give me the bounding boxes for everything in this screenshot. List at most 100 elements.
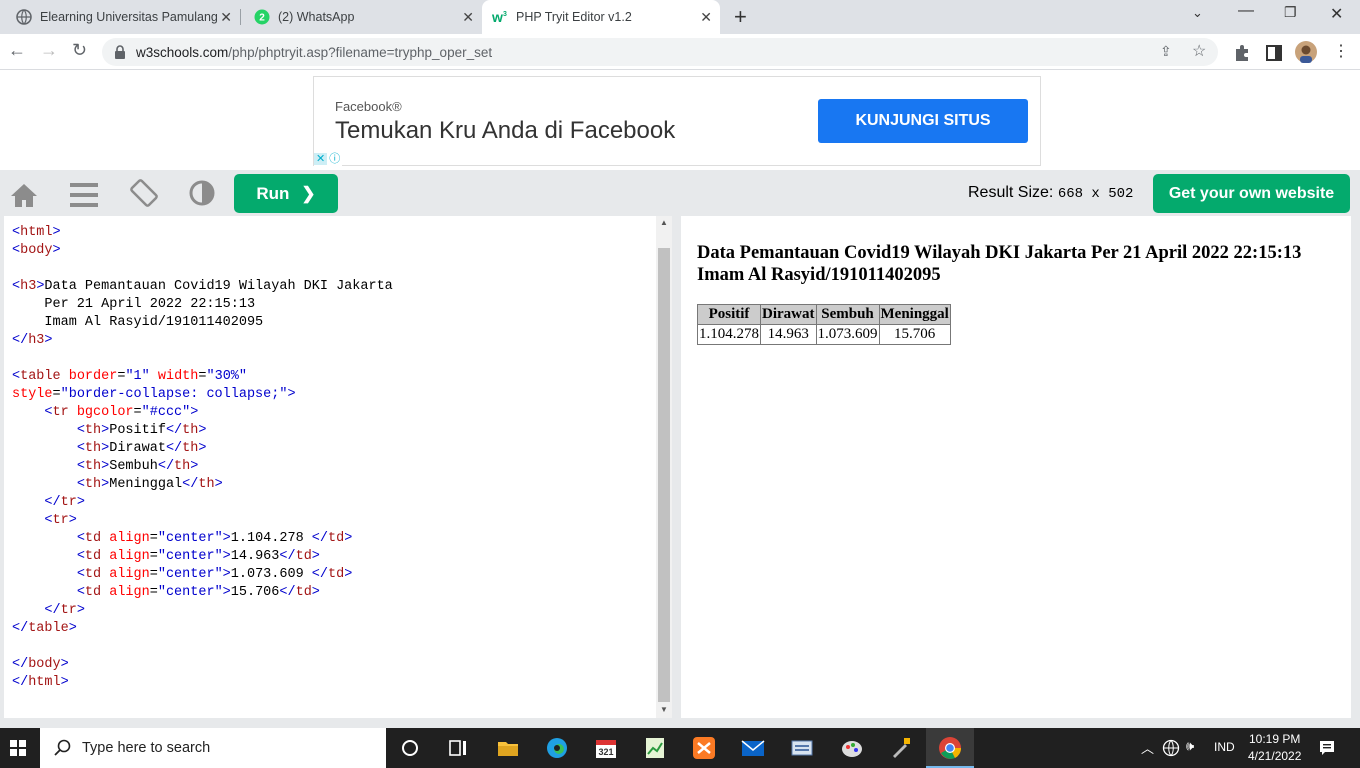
- result-size-value: 668 x 502: [1057, 186, 1134, 202]
- url-domain: w3schools.com: [136, 45, 229, 60]
- windows-taskbar: Type here to search 321 ︿ 🕪 IND 10:19 PM…: [0, 728, 1360, 768]
- table-header-row: Positif Dirawat Sembuh Meninggal: [697, 304, 951, 325]
- ad-cta-button[interactable]: KUNJUNGI SITUS: [818, 99, 1028, 143]
- menu-dots-icon[interactable]: ⋮: [1333, 41, 1349, 61]
- close-tab-icon[interactable]: ✕: [220, 9, 232, 26]
- browser-tab-bar: Elearning Universitas Pamulang ✕ 2 (2) W…: [0, 0, 1360, 34]
- svg-text:2: 2: [259, 13, 265, 24]
- home-icon[interactable]: [10, 181, 38, 209]
- chevron-right-icon: ❯: [301, 183, 316, 203]
- table-cell: 15.706: [878, 324, 951, 345]
- lock-icon[interactable]: [114, 45, 126, 59]
- new-tab-icon[interactable]: +: [734, 4, 747, 30]
- tryit-toolbar: Run ❯ Result Size: 668 x 502 Get your own…: [0, 170, 1360, 216]
- profile-avatar[interactable]: [1295, 41, 1317, 63]
- scroll-down-icon[interactable]: ▼: [660, 705, 668, 714]
- task-view-icon[interactable]: [446, 736, 470, 760]
- get-website-button[interactable]: Get your own website: [1153, 174, 1350, 213]
- tab-search-icon[interactable]: ⌄: [1192, 5, 1203, 21]
- url-path: /php/phptryit.asp?filename=tryphp_oper_s…: [228, 45, 493, 60]
- language-indicator[interactable]: IND: [1214, 740, 1235, 754]
- calendar-app-icon[interactable]: 321: [594, 736, 618, 760]
- bookmark-star-icon[interactable]: ☆: [1192, 41, 1206, 61]
- result-size-label: Result Size:: [968, 184, 1054, 201]
- svg-text:3: 3: [503, 11, 507, 18]
- edge-icon[interactable]: [545, 736, 569, 760]
- tab-php-tryit[interactable]: w3 PHP Tryit Editor v1.2 ✕: [482, 0, 720, 34]
- svg-text:w: w: [492, 9, 503, 25]
- globe-icon: [16, 9, 32, 25]
- table-header: Sembuh: [815, 304, 880, 325]
- cortana-icon[interactable]: [398, 736, 422, 760]
- keyboard-app-icon[interactable]: [790, 736, 814, 760]
- tab-whatsapp[interactable]: 2 (2) WhatsApp ✕: [240, 0, 482, 34]
- clock[interactable]: 10:19 PM 4/21/2022: [1248, 731, 1301, 765]
- mail-icon[interactable]: [741, 736, 765, 760]
- scroll-thumb[interactable]: [658, 248, 670, 702]
- scroll-up-icon[interactable]: ▲: [660, 218, 668, 227]
- minimize-icon[interactable]: —: [1238, 2, 1254, 20]
- hamburger-menu-icon[interactable]: [70, 181, 98, 209]
- result-heading-line2: Imam Al Rasyid/191011402095: [697, 265, 941, 285]
- side-panel-icon[interactable]: [1266, 45, 1282, 61]
- table-header: Meninggal: [878, 304, 951, 325]
- taskbar-search[interactable]: Type here to search: [40, 728, 386, 768]
- ad-brand: Facebook®: [335, 99, 402, 114]
- close-window-icon[interactable]: ✕: [1330, 4, 1343, 24]
- network-globe-icon[interactable]: [1162, 739, 1180, 757]
- tab-elearning[interactable]: Elearning Universitas Pamulang ✕: [0, 0, 241, 34]
- tab-title: PHP Tryit Editor v1.2: [516, 10, 632, 24]
- clock-date: 4/21/2022: [1248, 749, 1302, 763]
- xampp-icon[interactable]: [692, 736, 716, 760]
- windows-start-icon[interactable]: [10, 740, 26, 756]
- table-cell: 1.104.278: [697, 324, 761, 345]
- restore-icon[interactable]: ❐: [1284, 4, 1297, 21]
- volume-icon[interactable]: 🕪: [1186, 738, 1194, 754]
- file-explorer-icon[interactable]: [496, 736, 520, 760]
- w3schools-icon: w3: [492, 9, 507, 25]
- run-label: Run: [256, 183, 290, 203]
- clock-time: 10:19 PM: [1249, 732, 1301, 746]
- ad-choices-icon[interactable]: ✕ ⓘ: [314, 150, 343, 166]
- ad-banner[interactable]: Facebook® Temukan Kru Anda di Facebook K…: [313, 76, 1041, 166]
- notification-icon[interactable]: [1319, 740, 1335, 756]
- covid-table: Positif Dirawat Sembuh Meninggal 1.104.2…: [697, 304, 951, 345]
- share-icon[interactable]: ⇪: [1160, 43, 1172, 60]
- result-pane: Data Pemantauan Covid19 Wilayah DKI Jaka…: [681, 216, 1351, 718]
- result-heading: Data Pemantauan Covid19 Wilayah DKI Jaka…: [697, 242, 1335, 286]
- run-button[interactable]: Run ❯: [234, 174, 338, 213]
- result-size: Result Size: 668 x 502: [968, 184, 1133, 202]
- table-row: 1.104.278 14.963 1.073.609 15.706: [697, 324, 951, 345]
- chart-app-icon[interactable]: [643, 736, 667, 760]
- tray-expand-icon[interactable]: ︿: [1141, 738, 1154, 757]
- search-placeholder: Type here to search: [82, 740, 211, 756]
- result-heading-line1: Data Pemantauan Covid19 Wilayah DKI Jaka…: [697, 243, 1302, 263]
- chrome-taskbar-button[interactable]: [926, 728, 974, 768]
- dark-mode-icon[interactable]: [189, 180, 215, 206]
- back-icon[interactable]: ←: [8, 40, 26, 61]
- close-tab-icon[interactable]: ✕: [462, 9, 474, 26]
- reload-icon[interactable]: ↻: [72, 40, 87, 61]
- address-toolbar: ← → ↻ w3schools.com/php/phptryit.asp?fil…: [0, 34, 1360, 70]
- table-cell: 1.073.609: [815, 324, 880, 345]
- extensions-icon[interactable]: [1233, 44, 1251, 62]
- tab-title: (2) WhatsApp: [278, 10, 355, 24]
- tools-app-icon[interactable]: [889, 736, 913, 760]
- forward-icon[interactable]: →: [40, 40, 58, 61]
- table-header: Positif: [697, 304, 761, 325]
- close-tab-icon[interactable]: ✕: [700, 9, 712, 26]
- url-text[interactable]: w3schools.com/php/phptryit.asp?filename=…: [136, 45, 492, 60]
- editor-area: <html> <body> <h3>Data Pemantauan Covid1…: [0, 216, 1360, 728]
- paint-app-icon[interactable]: [840, 736, 864, 760]
- search-icon: [54, 739, 71, 756]
- tab-title: Elearning Universitas Pamulang: [40, 10, 218, 24]
- chrome-icon: [939, 737, 962, 759]
- table-cell: 14.963: [760, 324, 817, 345]
- code-editor[interactable]: <html> <body> <h3>Data Pemantauan Covid1…: [4, 216, 656, 718]
- code-scrollbar[interactable]: ▲ ▼: [656, 216, 672, 718]
- rotate-orientation-icon[interactable]: [129, 178, 159, 208]
- ad-headline: Temukan Kru Anda di Facebook: [335, 117, 676, 144]
- svg-text:321: 321: [598, 747, 613, 757]
- address-bar[interactable]: w3schools.com/php/phptryit.asp?filename=…: [102, 38, 1218, 66]
- whatsapp-icon: 2: [254, 9, 270, 25]
